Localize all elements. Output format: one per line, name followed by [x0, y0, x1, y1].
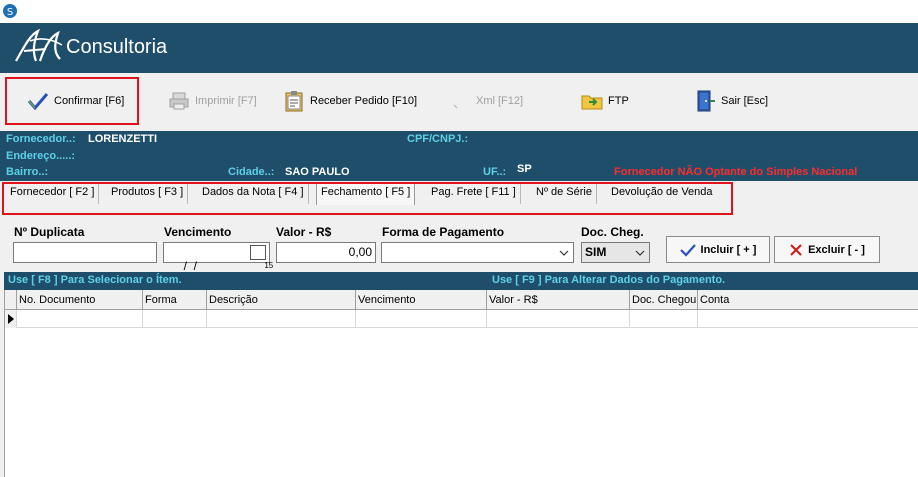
grid-header: No. Documento Forma Descrição Vencimento… — [5, 290, 918, 310]
forma-pagamento-label: Forma de Pagamento — [382, 225, 505, 239]
doc-cheg-label: Doc. Cheg. — [581, 225, 644, 239]
svg-text:S: S — [7, 7, 13, 18]
confirm-highlight-box — [5, 77, 139, 125]
exclude-button-label: Excluir [ - ] — [808, 243, 865, 256]
printer-icon — [169, 92, 189, 110]
doc-cheg-value: SIM — [585, 245, 607, 259]
ftp-button-label: FTP — [608, 95, 629, 107]
logo-icon — [15, 28, 63, 62]
duplicata-label: Nº Duplicata — [14, 225, 85, 239]
xml-icon — [453, 104, 458, 109]
tabs-highlight-box — [2, 182, 733, 215]
print-button[interactable]: Imprimir [F7] — [167, 77, 257, 125]
hint-edit-payment: Use [ F9 ] Para Alterar Dados do Pagamen… — [492, 274, 726, 286]
exit-door-icon — [697, 90, 715, 112]
city-value: SAO PAULO — [285, 166, 350, 178]
close-icon — [790, 243, 802, 256]
include-button-label: Incluir [ + ] — [700, 243, 757, 256]
exit-button-label: Sair [Esc] — [721, 95, 769, 107]
hint-select-item: Use [ F8 ] Para Selecionar o Ítem. — [8, 274, 182, 286]
vencimento-value: / / — [180, 259, 198, 273]
col-doc-chegou[interactable]: Doc. Chegou — [630, 290, 698, 310]
duplicata-input[interactable] — [13, 242, 157, 263]
ftp-button[interactable]: FTP — [580, 77, 629, 125]
col-forma[interactable]: Forma — [143, 290, 207, 310]
calendar-icon[interactable]: 15 — [250, 245, 273, 270]
supplier-value: LORENZETTI — [88, 133, 158, 145]
ftp-folder-icon — [581, 95, 603, 110]
cell-conta[interactable] — [698, 310, 918, 328]
chevron-down-icon — [635, 250, 645, 256]
checkmark-icon — [679, 243, 696, 257]
col-descricao[interactable]: Descrição — [207, 290, 356, 310]
exclude-button[interactable]: Excluir [ - ] — [774, 236, 880, 263]
cell-valor[interactable] — [487, 310, 630, 328]
cell-vencimento[interactable] — [356, 310, 487, 328]
window-titlebar: S — [0, 0, 918, 23]
app-icon: S — [3, 4, 17, 18]
city-label: Cidade..: — [228, 166, 275, 178]
print-button-label: Imprimir [F7] — [195, 95, 257, 107]
valor-label: Valor - R$ — [276, 225, 332, 239]
supplier-info-panel: Fornecedor..: LORENZETTI CPF/CNPJ.: Ende… — [0, 131, 918, 181]
valor-input[interactable]: 0,00 — [276, 242, 376, 263]
payments-grid[interactable]: No. Documento Forma Descrição Vencimento… — [4, 290, 918, 477]
cell-descricao[interactable] — [207, 310, 356, 328]
cell-no-documento[interactable] — [17, 310, 143, 328]
uf-value: SP — [517, 163, 532, 175]
vencimento-label: Vencimento — [164, 225, 232, 239]
brand-title: Consultoria — [66, 36, 168, 58]
xml-button-label: Xml [F12] — [476, 95, 524, 107]
include-button[interactable]: Incluir [ + ] — [666, 236, 770, 263]
calendar-icon-day: 15 — [264, 261, 274, 270]
uf-label: UF..: — [483, 166, 507, 178]
col-conta[interactable]: Conta — [698, 290, 918, 310]
brand-header: Consultoria — [0, 23, 918, 73]
clipboard-icon — [285, 91, 303, 112]
forma-pagamento-select[interactable] — [381, 242, 574, 263]
address-label: Endereço.....: — [6, 150, 76, 162]
cell-doc-chegou[interactable] — [630, 310, 698, 328]
cell-forma[interactable] — [143, 310, 207, 328]
row-indicator — [5, 310, 17, 328]
doc-cheg-select[interactable]: SIM — [581, 242, 650, 263]
hint-bar: Use [ F8 ] Para Selecionar o Ítem. Use [… — [4, 272, 918, 290]
vencimento-input[interactable]: / / 15 — [163, 242, 273, 273]
col-valor[interactable]: Valor - R$ — [487, 290, 630, 310]
chevron-down-icon — [559, 250, 569, 256]
receive-order-label: Receber Pedido [F10] — [310, 95, 418, 107]
grid-indicator-header — [5, 290, 17, 310]
cpf-label: CPF/CNPJ.: — [407, 133, 469, 145]
col-vencimento[interactable]: Vencimento — [356, 290, 487, 310]
exit-button[interactable]: Sair [Esc] — [693, 77, 768, 125]
receive-order-button[interactable]: Receber Pedido [F10] — [282, 77, 417, 125]
xml-button[interactable]: Xml [F12] — [448, 77, 523, 125]
row-pointer-icon — [8, 314, 14, 324]
payment-form: Nº Duplicata Vencimento / / 15 Valor - R… — [0, 215, 918, 273]
toolbar: Confirmar [F6] Imprimir [F7] Receber Ped… — [0, 73, 918, 131]
district-label: Bairro..: — [6, 166, 49, 178]
col-no-documento[interactable]: No. Documento — [17, 290, 143, 310]
simples-warning: Fornecedor NÃO Optante do Simples Nacion… — [614, 166, 858, 178]
table-row[interactable] — [5, 310, 918, 328]
supplier-label: Fornecedor..: — [6, 133, 76, 145]
